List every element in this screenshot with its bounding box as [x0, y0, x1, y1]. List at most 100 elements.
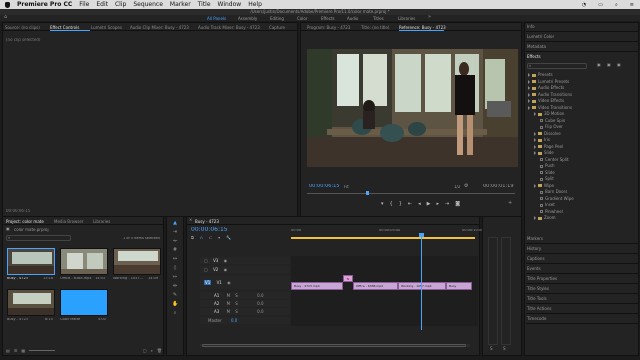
tab-media-browser[interactable]: Media Browser [54, 219, 84, 224]
tab-source[interactable]: Source: (no clips) [5, 25, 40, 30]
32bit-effects-icon[interactable]: ▣ [607, 63, 611, 67]
disclosure-triangle-icon[interactable] [534, 151, 536, 155]
disclosure-triangle-icon[interactable] [528, 79, 530, 84]
master-volume[interactable]: 0.0 [231, 318, 237, 323]
wifi-icon[interactable]: ◔ [582, 2, 586, 8]
program-timecode[interactable]: 00:00:06:15 [309, 184, 340, 189]
volume-a2[interactable]: 0.0 [257, 301, 263, 306]
panel-markers[interactable]: Markers [526, 234, 638, 244]
tab-libraries[interactable]: Libraries [93, 219, 110, 224]
tab-project[interactable]: Project: color mate [6, 219, 44, 224]
project-item-name-2[interactable]: Office - 6388.mp4 [60, 277, 92, 281]
effects-tree-item[interactable]: Lumetri Presets [528, 79, 569, 84]
snap-icon[interactable]: ∩ [200, 235, 203, 241]
panel-metadata[interactable]: Metadata [526, 42, 638, 52]
new-item-icon[interactable]: ▢ [143, 348, 147, 353]
disclosure-triangle-icon[interactable] [528, 92, 530, 97]
track-visibility-v3-icon[interactable]: ◉ [224, 258, 228, 263]
wrench-icon[interactable]: ⚙ [464, 184, 468, 189]
nest-icon[interactable]: ⧉ [191, 235, 194, 241]
effects-tree-item[interactable]: Zoom [534, 215, 556, 220]
resolution-select[interactable]: 1/2 [454, 185, 460, 189]
track-target-v2[interactable]: ▢ [204, 267, 208, 272]
mute-a2-button[interactable]: M [227, 301, 230, 306]
project-item-name-5[interactable]: Color Matte [60, 318, 80, 322]
effects-tree-item[interactable]: Pinwheel [540, 209, 563, 214]
disclosure-triangle-icon[interactable] [528, 105, 530, 110]
effects-tree-item[interactable]: Wipe [534, 183, 554, 188]
track-select-tool-icon[interactable]: ⇥ [172, 229, 178, 235]
accelerated-effects-icon[interactable]: ▣ [597, 63, 601, 67]
go-to-in-icon[interactable]: ⇤ [408, 201, 412, 209]
timeline-timecode[interactable]: 00:00:06:15 [191, 227, 228, 233]
project-item-thumb-3[interactable] [113, 248, 161, 275]
razor-tool-icon[interactable]: ◊ [172, 265, 178, 271]
panel-title-actions[interactable]: Title Actions [526, 304, 638, 314]
step-forward-icon[interactable]: ▸ [436, 201, 439, 209]
effect-controls-timecode[interactable]: 00:00:06:15 [6, 209, 30, 213]
track-area[interactable] [291, 256, 478, 326]
project-item-thumb-1[interactable] [7, 248, 55, 275]
project-item-thumb-5[interactable] [60, 289, 108, 316]
lock-icon[interactable]: ▤ [6, 348, 10, 353]
menu-app-name[interactable]: Premiere Pro CC [17, 1, 72, 8]
effects-tree-item[interactable]: Audio Effects [528, 85, 564, 90]
disclosure-triangle-icon[interactable] [528, 73, 530, 77]
disclosure-triangle-icon[interactable] [534, 138, 536, 142]
icon-view-icon[interactable]: ▦ [21, 348, 25, 353]
menu-sequence[interactable]: Sequence [133, 1, 163, 8]
workspace-libraries[interactable]: Libraries [398, 16, 415, 21]
panel-timecode[interactable]: Timecode [526, 314, 638, 324]
project-item-name-3[interactable]: Working - 1057... [113, 277, 143, 281]
effects-tree-item[interactable]: Push [540, 163, 555, 168]
clip-busy[interactable]: Busy - 4723.mp4 [291, 282, 343, 290]
tab-audio-clip-mixer[interactable]: Audio Clip Mixer: Busy - 4723 [130, 25, 189, 30]
meter-solo-left[interactable]: S [490, 347, 493, 351]
panel-effects-title[interactable]: Effects [526, 52, 638, 62]
effects-tree-item[interactable]: Dissolve [534, 131, 561, 136]
panel-captions[interactable]: Captions [526, 254, 638, 264]
workspace-all-panels[interactable]: All Panels [207, 16, 226, 21]
rolling-edit-tool-icon[interactable]: # [172, 247, 178, 253]
menu-marker[interactable]: Marker [170, 1, 191, 8]
zoom-tool-icon[interactable]: ⌕ [172, 310, 178, 316]
tab-sequence[interactable]: Busy - 4723 [195, 219, 219, 224]
project-item-thumb-4[interactable] [7, 289, 55, 316]
pen-tool-icon[interactable]: ✎ [172, 292, 178, 298]
timeline-settings-icon[interactable]: 🔧 [226, 235, 231, 241]
timeline-scrollbar[interactable] [200, 344, 470, 347]
solo-a1-button[interactable]: S [235, 293, 238, 298]
project-item-name-1[interactable]: Busy - 4723 [7, 277, 28, 281]
close-tab-icon[interactable]: × [189, 218, 192, 222]
apple-logo-icon[interactable] [5, 1, 10, 8]
track-visibility-v2-icon[interactable]: ◉ [224, 267, 228, 272]
panel-title-properties[interactable]: Title Properties [526, 274, 638, 284]
clip-transition-fx[interactable]: fx [343, 275, 353, 282]
effects-tree-item[interactable]: Barn Doors [540, 189, 567, 194]
add-button-icon[interactable]: + [508, 201, 512, 206]
disclosure-triangle-icon[interactable] [534, 183, 536, 188]
panel-title-styles[interactable]: Title Styles [526, 284, 638, 294]
slide-tool-icon[interactable]: ⇹ [172, 283, 178, 289]
timeline-scroll-thumb[interactable] [202, 344, 466, 347]
list-view-icon[interactable]: ☰ [14, 348, 18, 353]
disclosure-triangle-icon[interactable] [534, 216, 536, 220]
effects-tree-item[interactable]: Gradient Wipe [540, 196, 574, 201]
effects-tree-item[interactable]: Page Peel [534, 144, 563, 149]
panel-events[interactable]: Events [526, 264, 638, 274]
panel-history[interactable]: History [526, 244, 638, 254]
menu-title[interactable]: Title [198, 1, 211, 8]
volume-a1[interactable]: 0.0 [257, 293, 263, 298]
effects-tree-item[interactable]: Cube Spin [540, 118, 565, 123]
rate-stretch-tool-icon[interactable]: ↔ [172, 256, 178, 262]
mark-out-icon[interactable]: } [399, 201, 402, 209]
source-patch-v1[interactable]: V1 [204, 280, 212, 285]
project-search-input[interactable]: ⌕ [6, 235, 71, 241]
marker-icon[interactable]: ▾ [381, 201, 384, 209]
effects-tree-item[interactable]: Split [540, 176, 554, 181]
effects-tree-item[interactable]: Flip Over [540, 124, 563, 129]
play-icon[interactable]: ▶ [427, 201, 431, 209]
solo-a3-button[interactable]: S [235, 309, 238, 314]
effects-tree-item[interactable]: 3D Motion [534, 111, 564, 116]
workspace-effects[interactable]: Effects [321, 16, 335, 21]
